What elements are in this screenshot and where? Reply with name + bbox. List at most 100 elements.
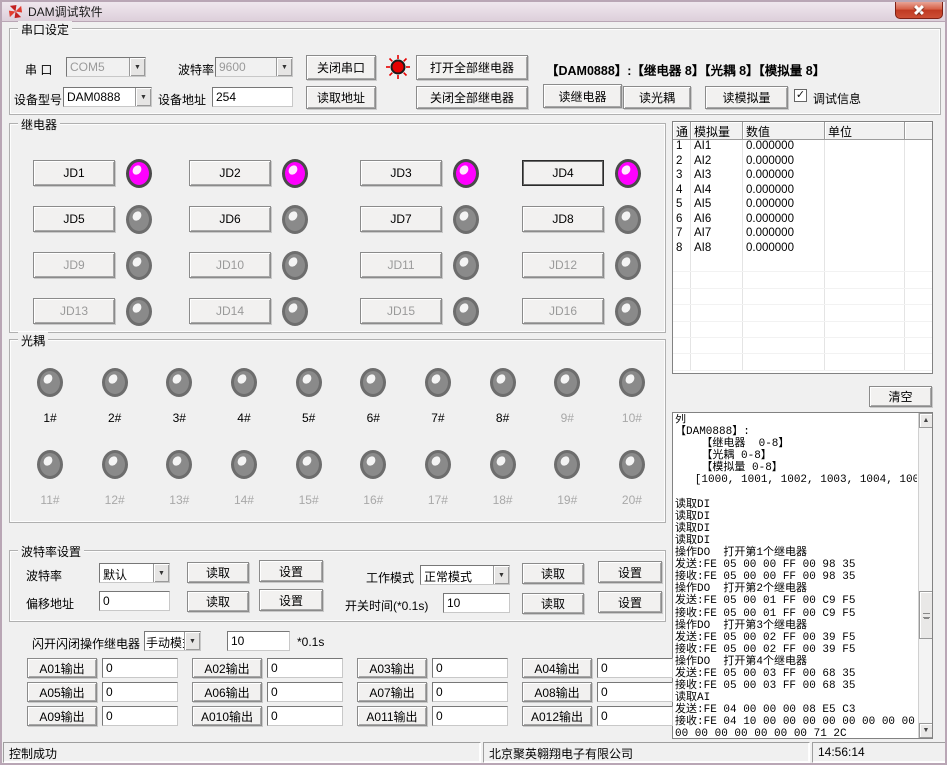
- baud-read-button[interactable]: 读取: [187, 562, 249, 583]
- table-row[interactable]: 4AI40.000000: [673, 184, 932, 199]
- debug-checkbox[interactable]: ✓: [794, 89, 807, 102]
- ao-input-a07[interactable]: [432, 682, 508, 702]
- table-row[interactable]: 8AI80.000000: [673, 242, 932, 257]
- ao-input-a03[interactable]: [432, 658, 508, 678]
- close-all-relays-button[interactable]: 关闭全部继电器: [416, 86, 528, 109]
- table-row[interactable]: 2AI20.000000: [673, 155, 932, 170]
- ao-input-a08[interactable]: [597, 682, 673, 702]
- ao-input-a04[interactable]: [597, 658, 673, 678]
- column-header[interactable]: [905, 122, 932, 140]
- relay-button-jd15[interactable]: JD15: [360, 298, 442, 324]
- work-mode-select[interactable]: 正常模式 ▼: [420, 565, 510, 585]
- column-header[interactable]: 数值: [743, 122, 825, 140]
- ao-button-a01[interactable]: A01输出: [27, 658, 97, 678]
- model-select[interactable]: DAM0888 ▼: [63, 87, 152, 107]
- baud-set-button[interactable]: 设置: [259, 560, 323, 582]
- flash-mode-select[interactable]: 手动模式 ▼: [144, 631, 201, 651]
- ao-button-a08[interactable]: A08输出: [522, 682, 592, 702]
- opto-led-5: [296, 368, 322, 397]
- open-all-relays-button[interactable]: 打开全部继电器: [416, 55, 528, 80]
- chevron-down-icon[interactable]: ▼: [129, 58, 145, 76]
- relay-button-jd4[interactable]: JD4: [522, 160, 604, 186]
- relay-button-jd3[interactable]: JD3: [360, 160, 442, 186]
- baud-select[interactable]: 9600 ▼: [215, 57, 293, 77]
- column-header[interactable]: 模拟量: [691, 122, 743, 140]
- ao-button-a02[interactable]: A02输出: [192, 658, 262, 678]
- relay-button-jd13[interactable]: JD13: [33, 298, 115, 324]
- ao-input-a06[interactable]: [267, 682, 343, 702]
- baud-settings-group: 波特率设置 波特率 默认 ▼ 读取 设置 工作模式 正常模式 ▼ 读取 设置 偏…: [9, 550, 666, 622]
- offset-address-input[interactable]: [99, 591, 170, 611]
- close-serial-button[interactable]: 关闭串口: [306, 55, 376, 80]
- table-row[interactable]: 3AI30.000000: [673, 169, 932, 184]
- ao-input-a05[interactable]: [102, 682, 178, 702]
- column-header[interactable]: 通: [673, 122, 691, 140]
- port-select[interactable]: COM5 ▼: [66, 57, 146, 77]
- ao-button-a03[interactable]: A03输出: [357, 658, 427, 678]
- chevron-down-icon[interactable]: ▼: [493, 566, 509, 584]
- close-button[interactable]: [895, 2, 943, 19]
- check-icon: ✓: [796, 90, 805, 101]
- relay-button-jd8[interactable]: JD8: [522, 206, 604, 232]
- ao-button-a011[interactable]: A011输出: [357, 706, 427, 726]
- ao-button-a012[interactable]: A012输出: [522, 706, 592, 726]
- work-mode-read-button[interactable]: 读取: [522, 563, 584, 584]
- relay-button-jd1[interactable]: JD1: [33, 160, 115, 186]
- scroll-down-icon[interactable]: ▼: [919, 723, 933, 738]
- ao-input-a010[interactable]: [267, 706, 343, 726]
- ao-button-a06[interactable]: A06输出: [192, 682, 262, 702]
- relay-button-jd11[interactable]: JD11: [360, 252, 442, 278]
- ao-button-a05[interactable]: A05输出: [27, 682, 97, 702]
- scroll-up-icon[interactable]: ▲: [919, 413, 933, 428]
- clear-log-button[interactable]: 清空: [869, 386, 932, 407]
- table-row[interactable]: 7AI70.000000: [673, 227, 932, 242]
- analog-table[interactable]: 通模拟量数值单位1AI10.0000002AI20.0000003AI30.00…: [672, 121, 933, 374]
- opto-label: 2#: [108, 411, 121, 425]
- offset-set-button[interactable]: 设置: [259, 589, 323, 611]
- switch-time-input[interactable]: [443, 593, 510, 613]
- work-mode-set-button[interactable]: 设置: [598, 561, 662, 583]
- relay-button-jd14[interactable]: JD14: [189, 298, 271, 324]
- baud-setting-select[interactable]: 默认 ▼: [99, 563, 170, 583]
- ao-input-a02[interactable]: [267, 658, 343, 678]
- read-opto-button[interactable]: 读光耦: [623, 86, 691, 109]
- relay-button-jd9[interactable]: JD9: [33, 252, 115, 278]
- relay-button-jd16[interactable]: JD16: [522, 298, 604, 324]
- log-scrollbar[interactable]: ▲ ▼: [918, 413, 932, 738]
- chevron-down-icon[interactable]: ▼: [153, 564, 169, 582]
- read-address-button[interactable]: 读取地址: [306, 86, 376, 109]
- chevron-down-icon[interactable]: ▼: [184, 632, 200, 650]
- read-relay-button[interactable]: 读继电器: [543, 84, 622, 108]
- ao-input-a012[interactable]: [597, 706, 673, 726]
- table-row[interactable]: 5AI50.000000: [673, 198, 932, 213]
- relay-button-jd10[interactable]: JD10: [189, 252, 271, 278]
- ao-button-a04[interactable]: A04输出: [522, 658, 592, 678]
- titlebar[interactable]: DAM调试软件: [2, 2, 945, 22]
- chevron-down-icon[interactable]: ▼: [276, 58, 292, 76]
- relay-cell: JD10: [189, 251, 360, 280]
- relay-button-jd12[interactable]: JD12: [522, 252, 604, 278]
- relay-button-jd7[interactable]: JD7: [360, 206, 442, 232]
- ao-button-a07[interactable]: A07输出: [357, 682, 427, 702]
- relay-button-jd6[interactable]: JD6: [189, 206, 271, 232]
- switch-time-read-button[interactable]: 读取: [522, 593, 584, 614]
- relay-button-jd5[interactable]: JD5: [33, 206, 115, 232]
- ao-input-a09[interactable]: [102, 706, 178, 726]
- device-address-input[interactable]: [212, 87, 293, 107]
- column-header[interactable]: 单位: [825, 122, 905, 140]
- ao-button-a010[interactable]: A010输出: [192, 706, 262, 726]
- flash-time-input[interactable]: [227, 631, 290, 651]
- table-row[interactable]: 6AI60.000000: [673, 213, 932, 228]
- ao-input-a011[interactable]: [432, 706, 508, 726]
- chevron-down-icon[interactable]: ▼: [135, 88, 151, 106]
- table-cell: [825, 184, 905, 199]
- ao-button-a09[interactable]: A09输出: [27, 706, 97, 726]
- ao-input-a01[interactable]: [102, 658, 178, 678]
- scrollbar-thumb[interactable]: [919, 591, 933, 639]
- table-row[interactable]: 1AI10.000000: [673, 140, 932, 155]
- log-panel[interactable]: 列 【DAM0888】: 【继电器 0-8】 【光耦 0-8】 【模拟量 0-8…: [672, 412, 933, 739]
- offset-read-button[interactable]: 读取: [187, 591, 249, 612]
- switch-time-set-button[interactable]: 设置: [598, 591, 662, 613]
- relay-button-jd2[interactable]: JD2: [189, 160, 271, 186]
- read-analog-button[interactable]: 读模拟量: [705, 86, 788, 109]
